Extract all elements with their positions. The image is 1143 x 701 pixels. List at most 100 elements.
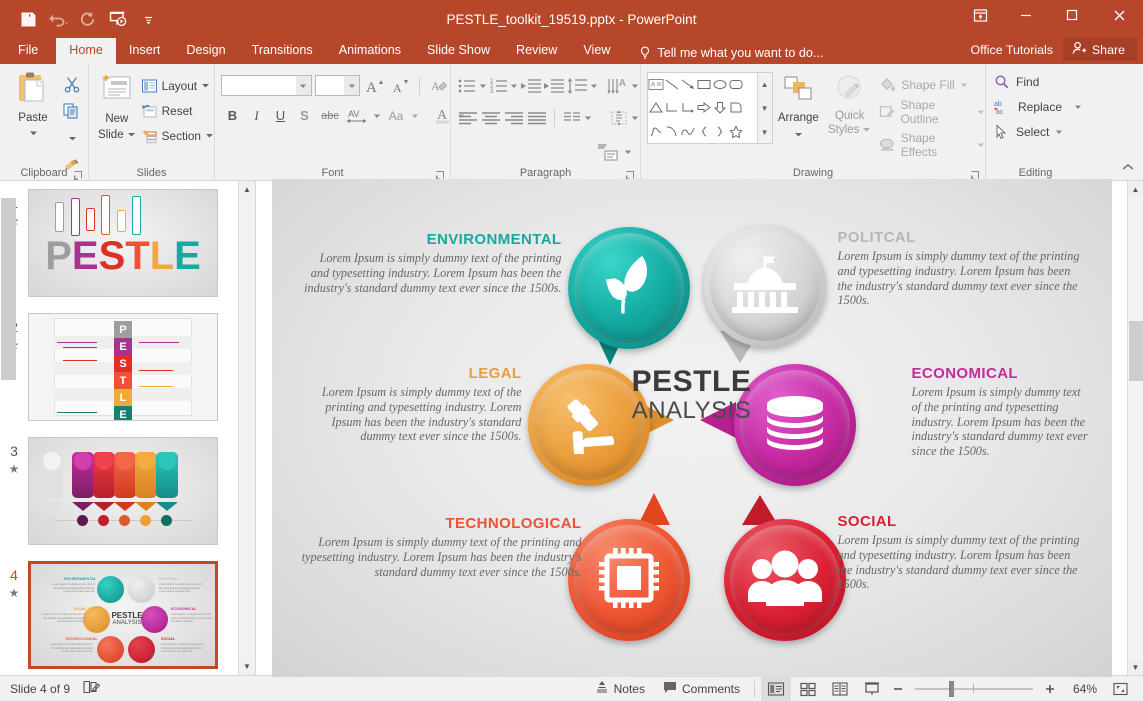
- shape-line-icon[interactable]: [664, 73, 680, 96]
- paragraph-dialog-launcher[interactable]: [625, 168, 636, 179]
- slide-scroll-thumb[interactable]: [1129, 321, 1143, 381]
- paste-dropdown-icon[interactable]: [28, 124, 39, 142]
- text-legal[interactable]: LEGAL Lorem Ipsum is simply dummy text o…: [302, 365, 522, 444]
- align-center-button[interactable]: [480, 106, 502, 130]
- tab-file[interactable]: File: [0, 38, 56, 64]
- shape-triangle-icon[interactable]: [648, 96, 664, 119]
- replace-button[interactable]: abac Replace: [994, 93, 1085, 118]
- zoom-level[interactable]: 64%: [1061, 682, 1097, 696]
- numbering-dropdown-icon[interactable]: [510, 74, 520, 98]
- close-icon[interactable]: [1095, 0, 1143, 30]
- text-technological[interactable]: TECHNOLOGICAL Lorem Ipsum is simply dumm…: [302, 515, 582, 579]
- shape-curve-icon[interactable]: [680, 120, 696, 143]
- find-button[interactable]: Find: [994, 68, 1085, 93]
- shape-scribble-icon[interactable]: [648, 120, 664, 143]
- text-shadow-button[interactable]: S: [293, 104, 316, 127]
- share-button[interactable]: Share: [1063, 38, 1137, 61]
- slide-scroll-up-icon[interactable]: ▲: [1128, 181, 1143, 197]
- italic-button[interactable]: I: [245, 104, 268, 127]
- copy-dropdown-icon[interactable]: [66, 126, 78, 150]
- new-slide-dropdown-icon[interactable]: [127, 128, 136, 142]
- tab-view[interactable]: View: [570, 38, 623, 64]
- align-right-button[interactable]: [503, 106, 525, 130]
- slide-indicator[interactable]: Slide 4 of 9: [10, 682, 70, 696]
- thumbnail-frame-3[interactable]: [28, 437, 218, 545]
- thumbnail-scroll-down-icon[interactable]: ▼: [239, 658, 255, 675]
- shape-rounded-rectangle-icon[interactable]: [728, 73, 744, 96]
- shape-arc-icon[interactable]: [664, 120, 680, 143]
- text-direction-dropdown-icon[interactable]: [631, 74, 641, 98]
- tell-me-box[interactable]: Tell me what you want to do...: [623, 46, 831, 64]
- font-name-dropdown-icon[interactable]: [296, 76, 311, 95]
- thumbnail-scroll-thumb[interactable]: [1, 198, 16, 380]
- office-tutorials-link[interactable]: Office Tutorials: [961, 43, 1063, 57]
- shape-down-arrow-icon[interactable]: [712, 96, 728, 119]
- shape-arrow-icon[interactable]: [680, 73, 696, 96]
- character-spacing-dropdown-icon[interactable]: [371, 104, 383, 127]
- bold-button[interactable]: B: [221, 104, 244, 127]
- bullets-button[interactable]: [457, 74, 477, 98]
- paste-button[interactable]: Paste: [8, 68, 58, 181]
- text-economical[interactable]: ECONOMICAL Lorem Ipsum is simply dummy t…: [912, 365, 1092, 459]
- zoom-out-button[interactable]: [889, 677, 907, 701]
- shape-fill-button[interactable]: Shape Fill: [879, 77, 985, 93]
- increase-indent-button[interactable]: [543, 74, 565, 98]
- thumbnail-slide-4[interactable]: 4 ★ ENVIRONMENTAL Lorem Ipsum is si: [0, 561, 238, 675]
- text-direction-button[interactable]: A: [606, 74, 630, 98]
- underline-button[interactable]: U: [269, 104, 292, 127]
- slide-sorter-view-button[interactable]: [793, 677, 823, 701]
- shape-effects-button[interactable]: Shape Effects: [879, 131, 985, 159]
- minimize-icon[interactable]: [1003, 0, 1049, 30]
- tab-home[interactable]: Home: [56, 38, 116, 64]
- start-presentation-icon[interactable]: [104, 6, 132, 32]
- ribbon-display-options-icon[interactable]: [957, 0, 1003, 30]
- shape-flowchart-icon[interactable]: [728, 96, 744, 119]
- redo-icon[interactable]: [74, 6, 102, 32]
- save-icon[interactable]: [14, 6, 42, 32]
- tab-design[interactable]: Design: [173, 38, 238, 64]
- bubble-technological[interactable]: [568, 519, 690, 641]
- shapes-scroll-down-icon[interactable]: ▼: [761, 97, 769, 119]
- zoom-slider[interactable]: [915, 678, 1033, 700]
- cut-button[interactable]: [58, 72, 86, 96]
- strikethrough-button[interactable]: abc: [317, 104, 343, 127]
- text-environmental[interactable]: ENVIRONMENTAL Lorem Ipsum is simply dumm…: [302, 231, 562, 295]
- collapse-ribbon-button[interactable]: [1121, 159, 1135, 177]
- tab-slide-show[interactable]: Slide Show: [414, 38, 503, 64]
- shape-right-brace-icon[interactable]: [712, 120, 728, 143]
- layout-button[interactable]: Layout: [141, 74, 214, 97]
- new-slide-button[interactable]: New Slide: [93, 68, 141, 181]
- copy-button[interactable]: [58, 99, 86, 123]
- restore-icon[interactable]: [1049, 0, 1095, 30]
- shape-star-icon[interactable]: [728, 120, 744, 143]
- zoom-in-button[interactable]: [1041, 677, 1059, 701]
- align-text-button[interactable]: [608, 106, 630, 130]
- zoom-slider-handle[interactable]: [949, 681, 954, 697]
- shape-elbow-connector-icon[interactable]: [664, 96, 680, 119]
- bubble-environmental[interactable]: [568, 227, 690, 349]
- character-spacing-button[interactable]: AV: [344, 104, 370, 127]
- thumbnail-slide-3[interactable]: 3 ★: [0, 437, 238, 561]
- tab-insert[interactable]: Insert: [116, 38, 174, 64]
- notes-check-icon[interactable]: [82, 679, 100, 698]
- shapes-gallery-scrollbar[interactable]: ▲ ▼ ▼: [757, 73, 772, 143]
- thumbnail-scroll-up-icon[interactable]: ▲: [239, 181, 255, 198]
- quick-styles-dropdown-icon[interactable]: [862, 123, 871, 137]
- slide-thumbnail-list[interactable]: 1 ★ PESTLE: [0, 181, 238, 675]
- tab-transitions[interactable]: Transitions: [239, 38, 326, 64]
- clear-formatting-button[interactable]: A: [427, 74, 450, 97]
- comments-button[interactable]: Comments: [655, 677, 748, 701]
- font-size-dropdown-icon[interactable]: [344, 76, 359, 95]
- section-button[interactable]: Section: [141, 124, 214, 147]
- change-case-dropdown-icon[interactable]: [409, 104, 421, 127]
- select-button[interactable]: Select: [994, 118, 1085, 143]
- shape-right-arrow-icon[interactable]: [696, 96, 712, 119]
- tab-animations[interactable]: Animations: [326, 38, 414, 64]
- drawing-dialog-launcher[interactable]: [970, 168, 981, 179]
- thumbnail-frame-4[interactable]: ENVIRONMENTAL Lorem Ipsum is simply dumm…: [28, 561, 218, 669]
- bubble-social[interactable]: [724, 519, 846, 641]
- change-case-button[interactable]: Aa: [384, 104, 408, 127]
- tab-review[interactable]: Review: [503, 38, 570, 64]
- line-spacing-button[interactable]: [566, 74, 588, 98]
- shape-textbox-icon[interactable]: A: [648, 73, 664, 96]
